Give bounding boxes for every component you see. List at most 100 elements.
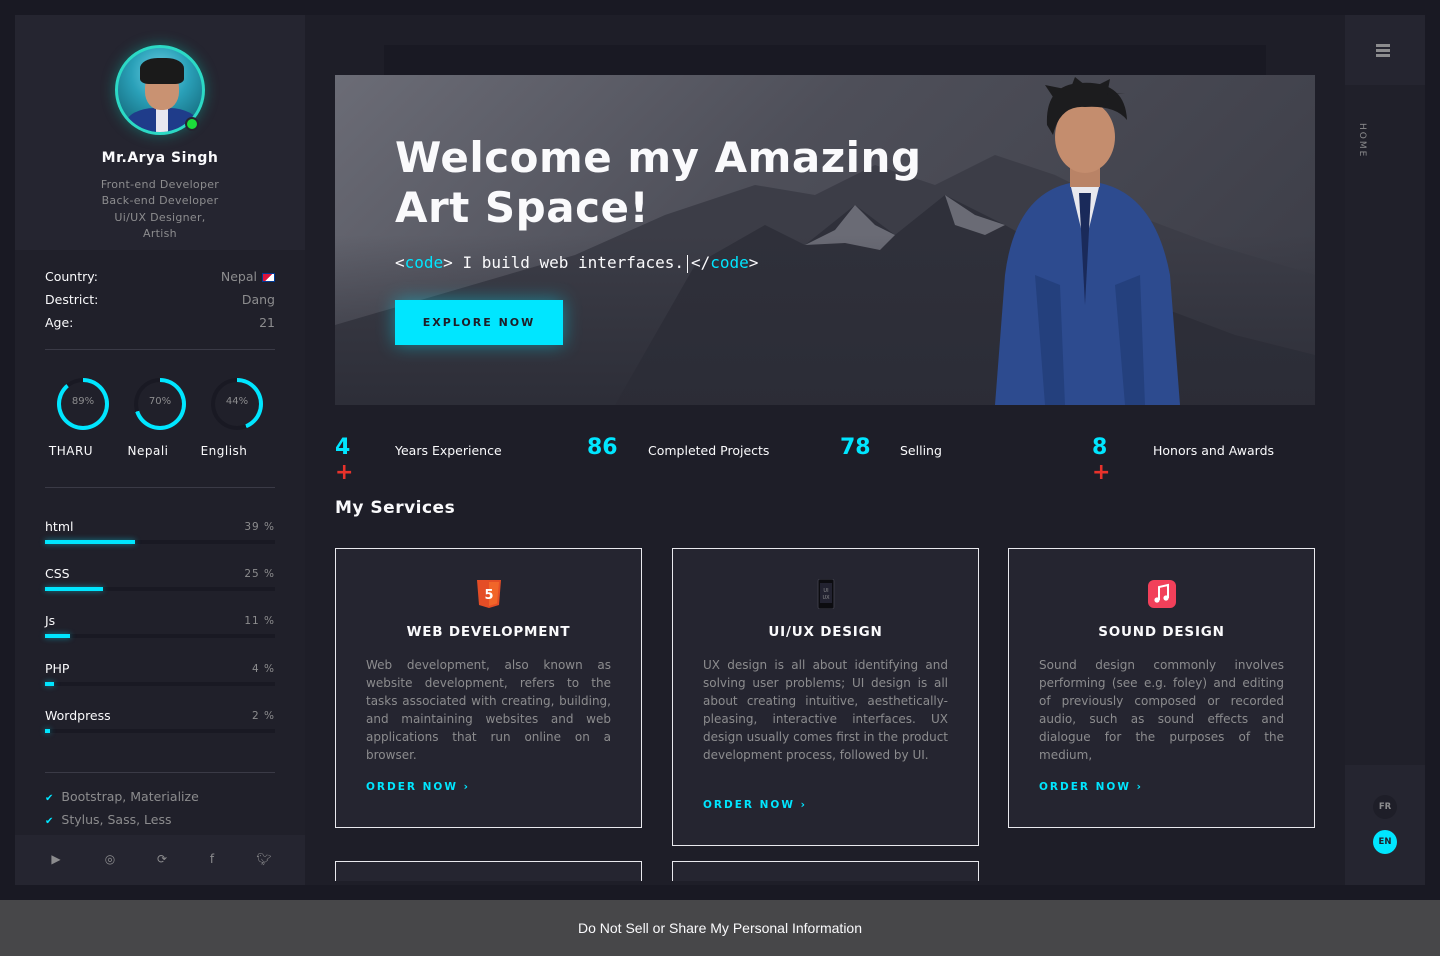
order-now-link[interactable]: ORDER NOW › <box>366 781 470 793</box>
skill-track <box>45 540 275 544</box>
portrait-image <box>995 77 1180 405</box>
skill-fill <box>45 540 135 544</box>
privacy-bar[interactable]: Do Not Sell or Share My Personal Informa… <box>0 900 1440 956</box>
refresh-icon[interactable]: ⟳ <box>154 852 170 866</box>
svg-text:5: 5 <box>484 588 493 603</box>
stat-label: Honors and Awards <box>1153 443 1275 458</box>
hero-title: Welcome my Amazing Art Space! <box>395 133 922 232</box>
divider <box>45 349 275 350</box>
skill-name: Js <box>45 613 56 628</box>
order-now-link[interactable]: ORDER NOW › <box>1039 781 1143 793</box>
language-name: English <box>200 444 248 458</box>
hero-code-line: <code> I build web interfaces. </code> <box>395 253 759 273</box>
info-row-country: Country: Nepal <box>45 269 275 289</box>
service-card-sound: SOUND DESIGN Sound design commonly invol… <box>1008 548 1315 828</box>
language-ring: 44% <box>211 378 263 430</box>
order-now-link[interactable]: ORDER NOW › <box>703 799 807 811</box>
ring-percent: 89% <box>71 396 95 407</box>
social-bar: ▶ ◎ ⟳ f 🐦︎ <box>15 835 305 885</box>
service-card-partial <box>335 861 642 881</box>
card-text: Sound design commonly involves performin… <box>1039 658 1284 762</box>
skill-name: PHP <box>45 661 70 676</box>
service-card-web: 5 WEB DEVELOPMENT Web development, also … <box>335 548 642 828</box>
skill-track <box>45 682 275 686</box>
service-card-partial <box>672 861 979 881</box>
profile-role: Ui/UX Designer, <box>114 211 206 224</box>
check-icon: ✔ <box>45 793 54 804</box>
tool-item: ✔ Bootstrap, Materialize <box>45 789 199 804</box>
skill-percent: 4 % <box>252 663 275 675</box>
divider <box>45 772 275 773</box>
card-text: UX design is all about identifying and s… <box>703 658 948 762</box>
check-icon: ✔ <box>45 816 54 827</box>
profile-role: Artish <box>143 227 177 240</box>
text-cursor <box>687 254 688 273</box>
online-status-dot <box>185 117 199 131</box>
main-content: Welcome my Amazing Art Space! <code> I b… <box>305 15 1345 885</box>
card-title: UI/UX DESIGN <box>768 624 883 640</box>
youtube-icon[interactable]: ▶ <box>48 852 64 866</box>
menu-icon[interactable] <box>1376 44 1390 57</box>
tool-item: ✔ Stylus, Sass, Less <box>45 812 172 827</box>
right-nav: HOME FR EN <box>1345 15 1425 885</box>
skill-name: Wordpress <box>45 708 111 723</box>
lang-en-button[interactable]: EN <box>1373 830 1397 854</box>
skill-fill <box>45 682 55 686</box>
stat-label: Years Experience <box>395 443 502 458</box>
facebook-icon[interactable]: f <box>204 852 220 866</box>
card-text: Web development, also known as website d… <box>366 658 611 762</box>
skill-name: html <box>45 519 74 534</box>
language-ring: 70% <box>134 378 186 430</box>
skill-bar: Wordpress 2 % <box>45 708 275 738</box>
svg-text:UI: UI <box>823 588 828 594</box>
stat-label: Selling <box>900 443 942 458</box>
app-frame: Mr.Arya Singh Front-end Developer Back-e… <box>15 15 1425 885</box>
info-value: 21 <box>259 315 275 330</box>
skill-percent: 11 % <box>244 615 275 627</box>
profile-header: Mr.Arya Singh Front-end Developer Back-e… <box>15 15 305 250</box>
menu-button[interactable] <box>1345 15 1425 85</box>
twitter-icon[interactable]: 🐦︎ <box>256 852 272 866</box>
skill-bar: PHP 4 % <box>45 661 275 691</box>
language-ring: 89% <box>57 378 109 430</box>
info-key: Age: <box>45 315 74 330</box>
skill-bar: CSS 25 % <box>45 566 275 596</box>
info-row-age: Age: 21 <box>45 315 275 335</box>
language-name: Nepali <box>127 444 169 458</box>
info-value: Nepal <box>220 269 257 284</box>
divider <box>45 487 275 488</box>
skill-fill <box>45 729 50 733</box>
service-card-uiux: UI UX UI/UX DESIGN UX design is all abou… <box>672 548 979 846</box>
ring-percent: 70% <box>148 396 172 407</box>
explore-now-button[interactable]: EXPLORE NOW <box>395 300 563 345</box>
skill-bar: html 39 % <box>45 519 275 549</box>
skill-percent: 2 % <box>252 710 275 722</box>
info-sidebar: Mr.Arya Singh Front-end Developer Back-e… <box>15 15 305 885</box>
lang-fr-button[interactable]: FR <box>1373 795 1397 819</box>
phone-icon: UI UX <box>817 579 835 609</box>
skill-fill <box>45 634 71 638</box>
skill-track <box>45 729 275 733</box>
skill-percent: 25 % <box>244 568 275 580</box>
skill-name: CSS <box>45 566 70 581</box>
nepal-flag-icon <box>262 273 275 282</box>
ring-percent: 44% <box>225 396 249 407</box>
skill-percent: 39 % <box>244 521 275 533</box>
nav-home-label[interactable]: HOME <box>1357 123 1367 158</box>
info-key: Destrict: <box>45 292 99 307</box>
language-switcher: FR EN <box>1345 765 1425 885</box>
svg-text:UX: UX <box>822 595 830 601</box>
hero-banner: Welcome my Amazing Art Space! <code> I b… <box>335 75 1315 405</box>
skill-fill <box>45 587 103 591</box>
info-value: Dang <box>241 292 275 307</box>
stat-label: Completed Projects <box>648 443 770 458</box>
instagram-icon[interactable]: ◎ <box>102 852 118 866</box>
html5-icon: 5 <box>477 580 501 608</box>
skill-track <box>45 634 275 638</box>
info-key: Country: <box>45 269 98 284</box>
music-icon <box>1148 580 1176 608</box>
language-name: THARU <box>48 444 94 458</box>
profile-role: Front-end Developer <box>100 178 220 191</box>
info-row-district: Destrict: Dang <box>45 292 275 312</box>
profile-role: Back-end Developer <box>101 194 219 207</box>
